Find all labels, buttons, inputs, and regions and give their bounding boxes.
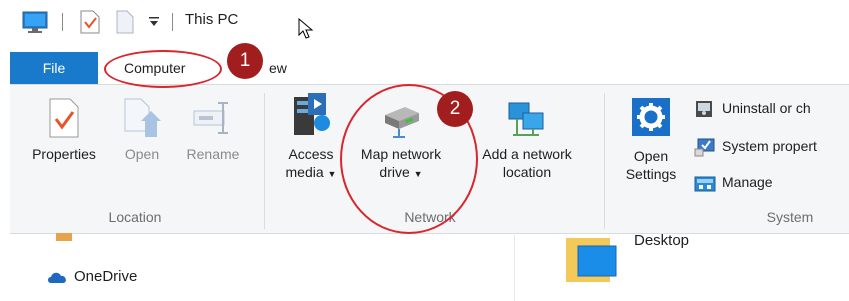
title-bar: This PC [0, 0, 849, 48]
desktop-folder-icon [566, 238, 622, 290]
add-network-location-button[interactable]: Add a network location [462, 97, 592, 181]
gear-icon [616, 97, 686, 147]
group-label-system: System [766, 209, 814, 225]
computer-icon[interactable] [22, 10, 48, 37]
toolbar-separator [62, 13, 63, 31]
properties-button[interactable]: Properties [20, 97, 108, 163]
mouse-cursor-icon [298, 17, 314, 43]
folder-partial-icon [560, 296, 600, 301]
new-folder-icon[interactable] [116, 10, 134, 37]
rename-icon [176, 97, 250, 145]
tab-view[interactable]: ew [269, 52, 287, 84]
navigation-area: OneDrive [0, 233, 849, 301]
uninstall-icon [694, 99, 714, 125]
access-media-button[interactable]: Access media ▼ [280, 93, 342, 183]
open-settings-button[interactable]: Open Settings [616, 97, 686, 183]
network-location-icon [462, 97, 592, 145]
manage-icon [694, 173, 716, 199]
onedrive-cloud-icon [46, 270, 68, 288]
access-media-icon [280, 93, 342, 145]
properties-icon [20, 97, 108, 145]
toolbar-separator [172, 13, 173, 31]
annotation-oval-computer-tab [104, 50, 222, 88]
folder-partial-icon [56, 231, 72, 246]
annotation-badge-1: 1 [227, 43, 263, 79]
properties-check-icon[interactable] [80, 10, 100, 37]
system-properties-icon [694, 137, 716, 163]
window-title: This PC [185, 11, 239, 28]
tab-file[interactable]: File [10, 52, 98, 84]
rename-button[interactable]: Rename [176, 97, 250, 163]
dropdown-arrow-icon: ▼ [327, 169, 337, 179]
pane-divider [514, 235, 515, 301]
open-button[interactable]: Open [116, 97, 168, 163]
item-desktop[interactable]: Desktop [566, 232, 689, 292]
group-separator [604, 93, 605, 229]
group-separator [264, 93, 265, 229]
group-label-location: Location [108, 209, 162, 225]
annotation-badge-2: 2 [437, 91, 473, 127]
customize-dropdown-icon[interactable] [148, 16, 160, 31]
open-icon [116, 97, 168, 145]
